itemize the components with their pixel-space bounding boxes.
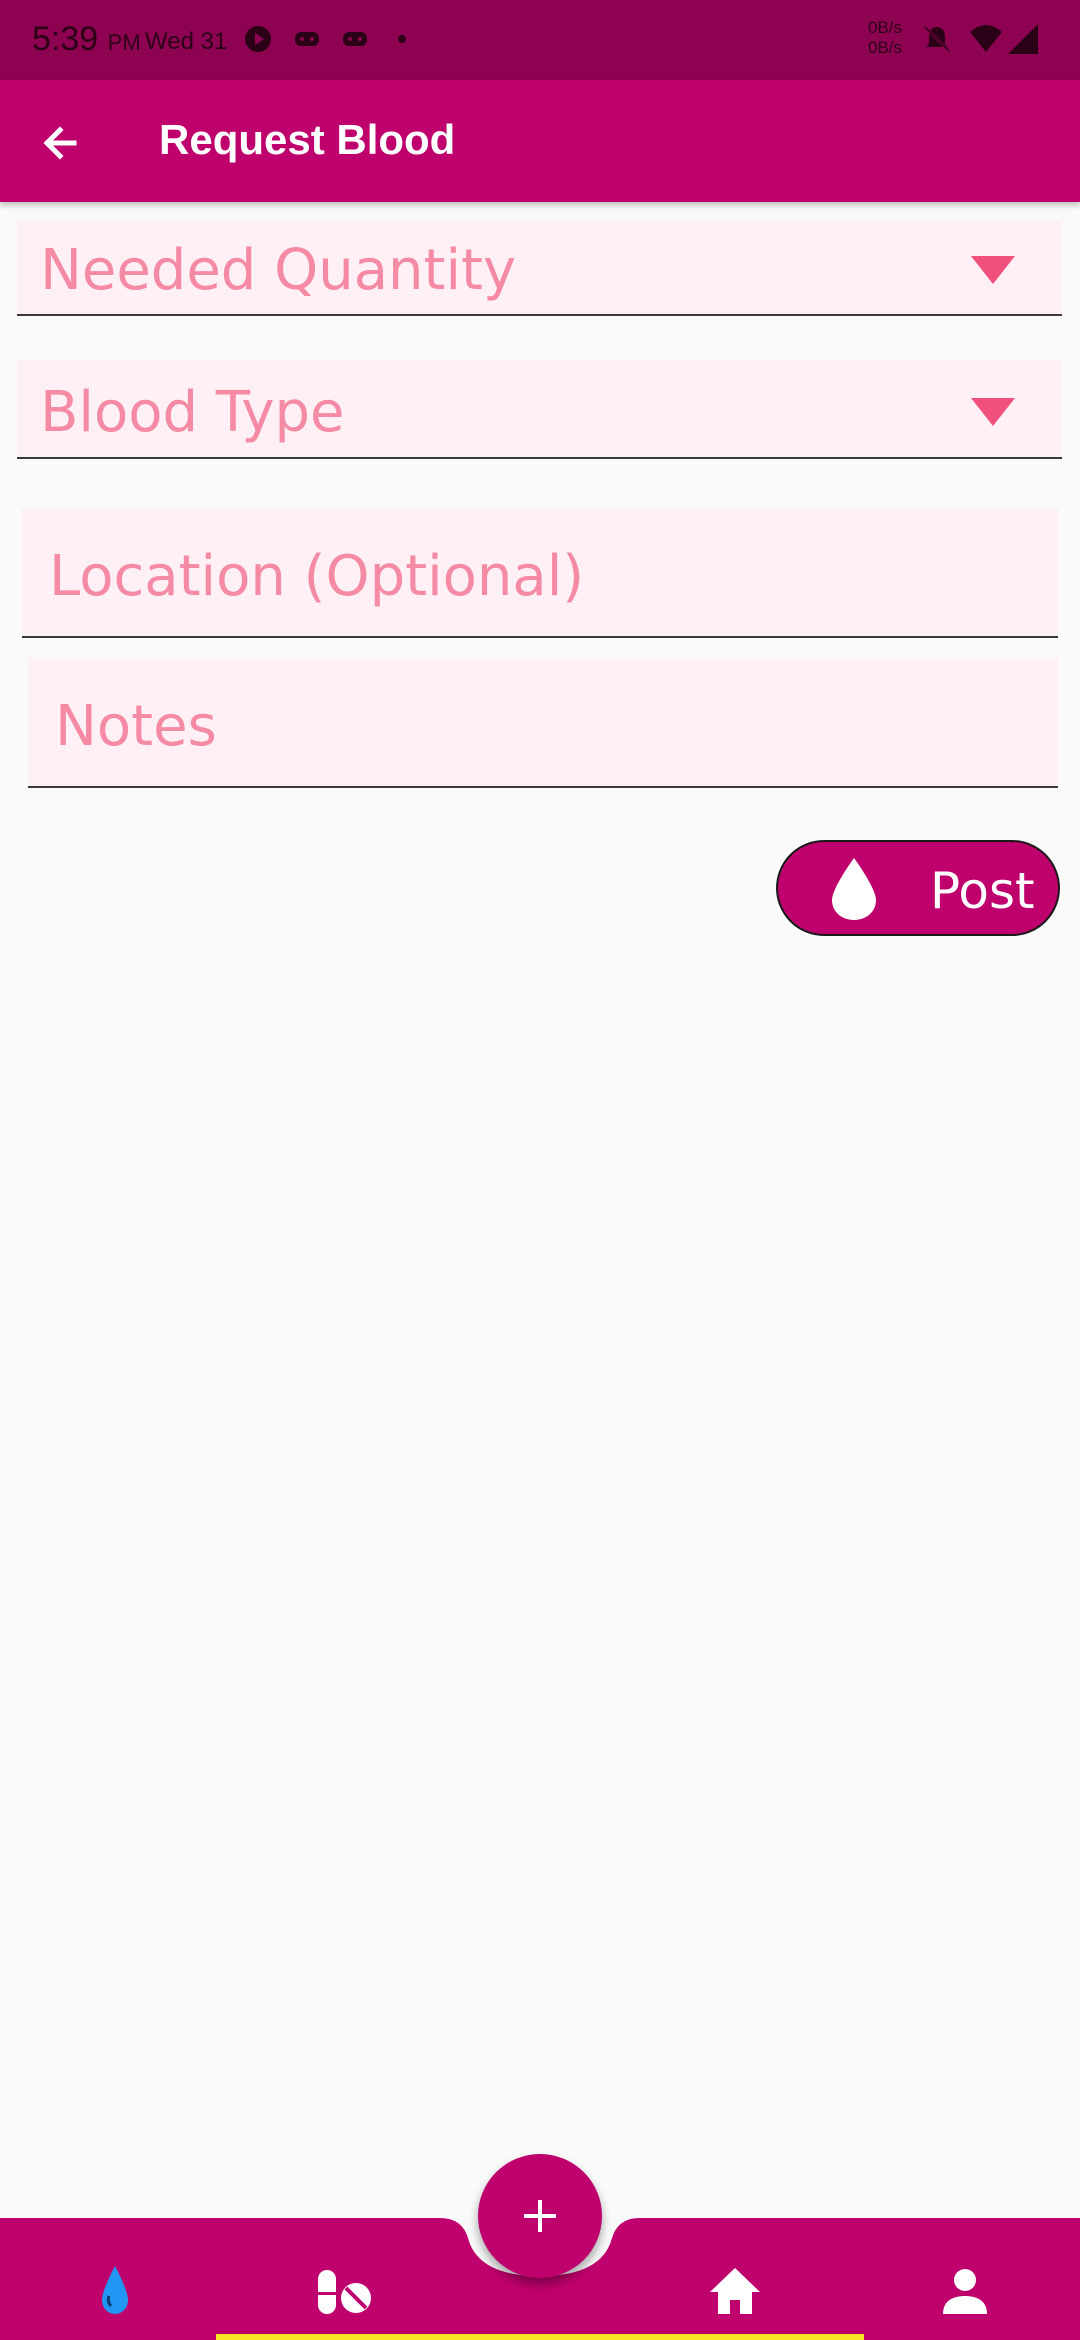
- media-play-icon: [245, 26, 271, 52]
- app-bar: Request Blood: [0, 80, 1080, 202]
- person-icon[interactable]: [930, 2256, 1000, 2326]
- arrow-back-icon[interactable]: [30, 113, 90, 173]
- network-speed: 0B/s 0B/s: [868, 18, 903, 57]
- blood-drop-icon[interactable]: [80, 2256, 150, 2326]
- blood-type-label: Blood Type: [40, 380, 345, 445]
- dropdown-arrow-icon: [971, 256, 1015, 284]
- signal-icon: [1008, 24, 1038, 54]
- needed-quantity-dropdown[interactable]: Needed Quantity: [17, 220, 1062, 316]
- dropdown-arrow-icon: [971, 398, 1015, 426]
- notes-placeholder: Notes: [55, 694, 217, 759]
- plus-icon: [524, 2200, 556, 2232]
- status-bar: 5:39 PM Wed 31 0B/s 0B/s: [0, 0, 1080, 80]
- home-icon[interactable]: [700, 2256, 770, 2326]
- notes-input[interactable]: Notes: [28, 658, 1058, 788]
- mute-bell-icon: [923, 25, 951, 53]
- post-button[interactable]: Post: [776, 840, 1060, 936]
- notification-dot-icon: [398, 35, 406, 43]
- blood-type-dropdown[interactable]: Blood Type: [17, 360, 1062, 459]
- location-placeholder: Location (Optional): [49, 544, 585, 609]
- location-input[interactable]: Location (Optional): [22, 508, 1058, 638]
- status-time: 5:39 PM: [32, 20, 141, 58]
- nav-indicator: [216, 2334, 864, 2340]
- page-title: Request Blood: [159, 116, 456, 163]
- add-fab-button[interactable]: [478, 2154, 602, 2278]
- wifi-icon: [970, 25, 1002, 52]
- status-date: Wed 31: [145, 28, 228, 55]
- needed-quantity-label: Needed Quantity: [40, 238, 517, 303]
- post-label: Post: [930, 862, 1035, 920]
- pills-icon[interactable]: [310, 2256, 380, 2326]
- game-controller-icon: [343, 32, 367, 46]
- game-controller-icon: [295, 32, 319, 46]
- blood-drop-icon: [832, 858, 876, 920]
